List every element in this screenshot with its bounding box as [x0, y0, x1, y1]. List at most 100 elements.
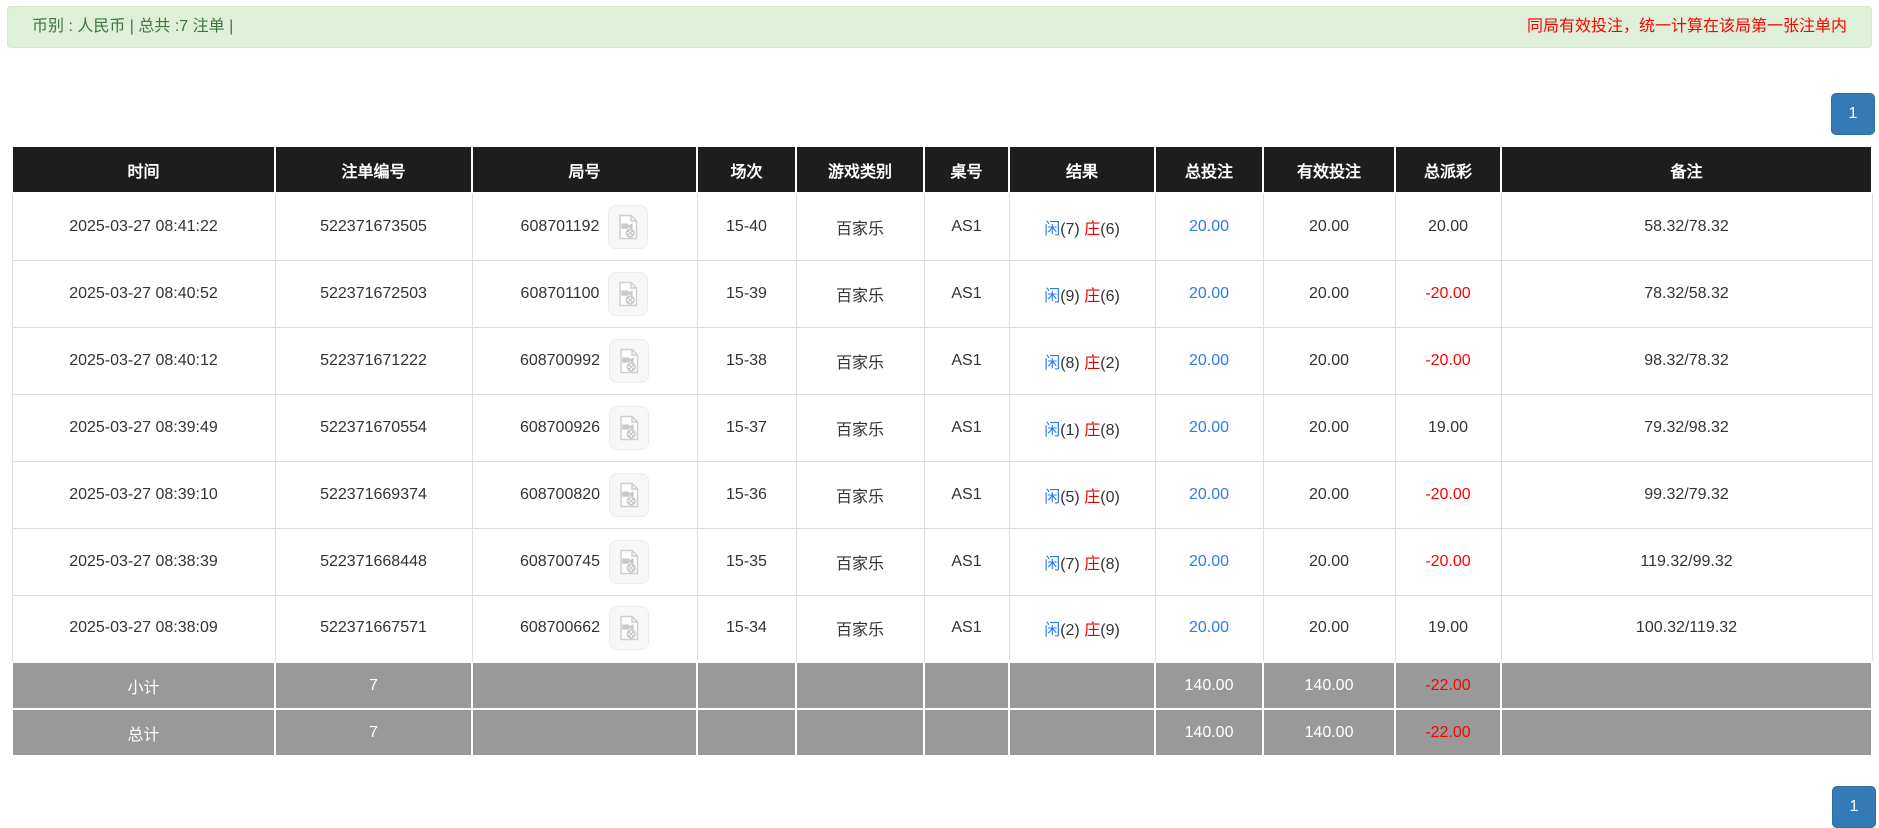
- cell-game-no: 608700992: [471, 326, 698, 395]
- summary-payout: -22.00: [1394, 708, 1502, 757]
- player-result-points: (7): [1060, 220, 1080, 238]
- cell-remark: 98.32/78.32: [1500, 326, 1873, 395]
- video-file-icon: [620, 616, 639, 641]
- video-replay-button[interactable]: [608, 204, 649, 249]
- summary-remark: [1500, 661, 1873, 710]
- total-bet-link[interactable]: 20.00: [1189, 352, 1229, 369]
- cell-total-bet: 20.00: [1154, 527, 1264, 596]
- pagination-top: 1: [0, 93, 1875, 135]
- video-replay-button[interactable]: [608, 271, 649, 316]
- cell-session: 15-34: [696, 594, 797, 663]
- cell-valid-bet: 20.00: [1262, 393, 1396, 462]
- summary-total-bet: 140.00: [1154, 708, 1264, 757]
- banker-result-points: (6): [1100, 287, 1120, 305]
- cell-time: 2025-03-27 08:39:49: [11, 393, 276, 462]
- subtotal-row: 小计 7 140.00 140.00 -22.00: [11, 661, 1873, 710]
- game-no-wrap: 608701192: [521, 204, 649, 249]
- total-bet-link[interactable]: 20.00: [1189, 553, 1229, 570]
- total-bet-link[interactable]: 20.00: [1189, 419, 1229, 436]
- cell-time: 2025-03-27 08:38:09: [11, 594, 276, 663]
- cell-total-bet: 20.00: [1154, 259, 1264, 328]
- summary-remark: [1500, 708, 1873, 757]
- cell-valid-bet: 20.00: [1262, 594, 1396, 663]
- cell-time: 2025-03-27 08:39:10: [11, 460, 276, 529]
- total-bet-link[interactable]: 20.00: [1189, 619, 1229, 636]
- video-file-icon: [620, 482, 639, 507]
- cell-result: 闲(5) 庄(0): [1008, 460, 1156, 529]
- table-row: 2025-03-27 08:41:22 522371673505 608701192…: [11, 192, 1873, 261]
- video-replay-button[interactable]: [609, 539, 650, 584]
- cell-game-type: 百家乐: [795, 393, 925, 462]
- cell-game-no: 608700926: [471, 393, 698, 462]
- cell-total-bet: 20.00: [1154, 460, 1264, 529]
- video-replay-button[interactable]: [609, 338, 650, 383]
- summary-count: 7: [274, 708, 473, 757]
- summary-count: 7: [274, 661, 473, 710]
- video-replay-button[interactable]: [609, 606, 650, 651]
- banker-result-label: 庄: [1084, 555, 1101, 573]
- column-header-remark: 备注: [1500, 145, 1873, 194]
- banker-result-points: (8): [1100, 555, 1120, 573]
- video-replay-button[interactable]: [609, 472, 650, 517]
- page-1-button-bottom[interactable]: 1: [1832, 786, 1876, 828]
- total-bet-link[interactable]: 20.00: [1189, 218, 1229, 235]
- summary-empty-cell: [696, 708, 797, 757]
- column-header-game-type: 游戏类别: [795, 145, 925, 194]
- player-result-points: (2): [1060, 622, 1080, 640]
- cell-bet-no: 522371668448: [274, 527, 473, 596]
- summary-label: 小计: [11, 661, 276, 710]
- currency-summary-text: 币别 : 人民币 | 总共 :7 注单 |: [32, 18, 234, 35]
- summary-empty-cell: [923, 661, 1010, 710]
- cell-payout: -20.00: [1394, 326, 1502, 395]
- column-header-bet-no: 注单编号: [274, 145, 473, 194]
- table-row: 2025-03-27 08:40:52 522371672503 608701100…: [11, 259, 1873, 328]
- total-bet-link[interactable]: 20.00: [1189, 486, 1229, 503]
- cell-payout: -20.00: [1394, 259, 1502, 328]
- player-result-points: (5): [1060, 488, 1080, 506]
- banker-result-label: 庄: [1084, 622, 1101, 640]
- summary-empty-cell: [795, 661, 925, 710]
- player-result-points: (8): [1060, 354, 1080, 372]
- cell-remark: 79.32/98.32: [1500, 393, 1873, 462]
- video-replay-button[interactable]: [609, 405, 650, 450]
- summary-empty-cell: [1008, 708, 1156, 757]
- table-header-row: 时间 注单编号 局号 场次 游戏类别 桌号 结果 总投注 有效投注 总派彩 备注: [11, 145, 1873, 194]
- table-row: 2025-03-27 08:39:10 522371669374 608700820…: [11, 460, 1873, 529]
- cell-table-no: AS1: [923, 259, 1010, 328]
- cell-bet-no: 522371671222: [274, 326, 473, 395]
- cell-session: 15-39: [696, 259, 797, 328]
- cell-payout: 19.00: [1394, 594, 1502, 663]
- cell-session: 15-37: [696, 393, 797, 462]
- summary-empty-cell: [471, 708, 698, 757]
- cell-valid-bet: 20.00: [1262, 192, 1396, 261]
- cell-game-type: 百家乐: [795, 259, 925, 328]
- banker-result-points: (0): [1100, 488, 1120, 506]
- game-no-wrap: 608700745: [520, 539, 650, 584]
- cell-valid-bet: 20.00: [1262, 326, 1396, 395]
- player-result-points: (7): [1060, 555, 1080, 573]
- column-header-result: 结果: [1008, 145, 1156, 194]
- video-file-icon: [620, 415, 639, 440]
- column-header-time: 时间: [11, 145, 276, 194]
- cell-total-bet: 20.00: [1154, 192, 1264, 261]
- cell-game-type: 百家乐: [795, 594, 925, 663]
- cell-time: 2025-03-27 08:38:39: [11, 527, 276, 596]
- cell-result: 闲(7) 庄(8): [1008, 527, 1156, 596]
- cell-result: 闲(8) 庄(2): [1008, 326, 1156, 395]
- summary-empty-cell: [696, 661, 797, 710]
- player-result-label: 闲: [1044, 555, 1061, 573]
- cell-table-no: AS1: [923, 594, 1010, 663]
- column-header-valid-bet: 有效投注: [1262, 145, 1396, 194]
- total-bet-link[interactable]: 20.00: [1189, 285, 1229, 302]
- cell-valid-bet: 20.00: [1262, 259, 1396, 328]
- table-row: 2025-03-27 08:39:49 522371670554 608700926…: [11, 393, 1873, 462]
- game-no-value: 608701100: [520, 284, 600, 302]
- summary-total-bet: 140.00: [1154, 661, 1264, 710]
- cell-payout: -20.00: [1394, 460, 1502, 529]
- cell-valid-bet: 20.00: [1262, 460, 1396, 529]
- table-row: 2025-03-27 08:38:39 522371668448 608700745…: [11, 527, 1873, 596]
- column-header-game-no: 局号: [471, 145, 698, 194]
- page-1-button[interactable]: 1: [1831, 93, 1875, 135]
- cell-remark: 100.32/119.32: [1500, 594, 1873, 663]
- column-header-table-no: 桌号: [923, 145, 1010, 194]
